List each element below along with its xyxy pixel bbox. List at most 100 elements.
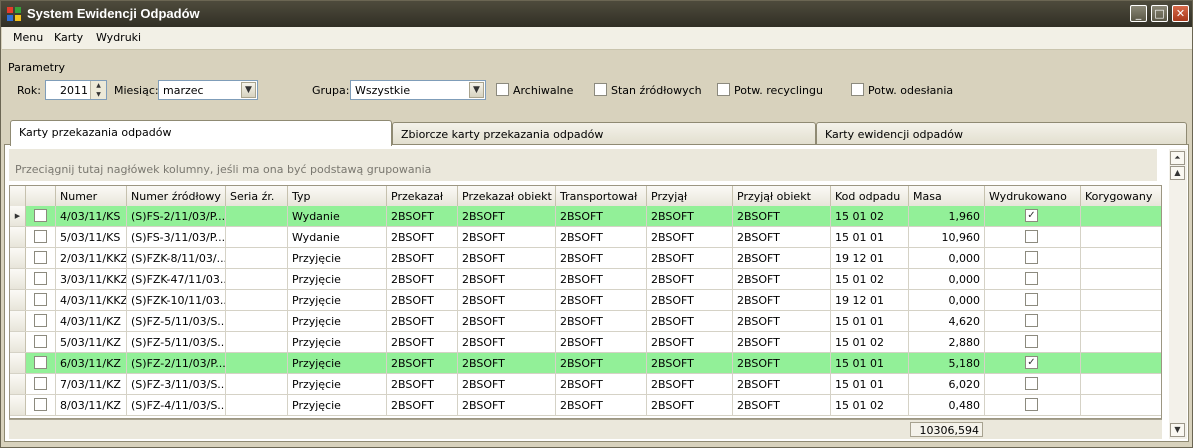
cell-numer: 2/03/11/KKZ <box>56 248 127 268</box>
cell-typ: Przyjęcie <box>288 332 387 352</box>
table-row[interactable]: 4/03/11/KZ (S)FZ-5/11/03/S... Przyjęcie 2BS… <box>10 311 1161 332</box>
cell-seria <box>226 332 288 352</box>
row-indicator[interactable] <box>10 227 26 247</box>
cell-seria <box>226 269 288 289</box>
scroll-top-icon[interactable]: ⏶ <box>1170 151 1185 165</box>
table-row[interactable]: 2/03/11/KKZ (S)FZK-8/11/03/... Przyjęcie 2B… <box>10 248 1161 269</box>
column-header-typ[interactable]: Typ <box>288 186 387 206</box>
column-header-seria[interactable]: Seria źr. <box>226 186 288 206</box>
row-indicator[interactable] <box>10 353 26 373</box>
table-row[interactable]: ▶ 4/03/11/KS (S)FS-2/11/03/P... Wydanie 2BSO… <box>10 206 1161 227</box>
wydrukowano-checkbox[interactable] <box>1025 398 1038 411</box>
wydrukowano-checkbox[interactable] <box>1025 272 1038 285</box>
grupa-value: Wszystkie <box>355 84 411 97</box>
tab-zbiorcze-karty[interactable]: Zbiorcze karty przekazania odpadów <box>392 122 816 144</box>
row-indicator[interactable] <box>10 374 26 394</box>
row-indicator[interactable] <box>10 269 26 289</box>
row-indicator[interactable] <box>10 248 26 268</box>
cell-korygowany <box>1081 206 1161 226</box>
column-header-numer[interactable]: Numer <box>56 186 127 206</box>
column-header-transportowal[interactable]: Transportował <box>556 186 647 206</box>
menu-item-karty[interactable]: Karty <box>54 31 83 44</box>
cell-typ: Wydanie <box>288 227 387 247</box>
cell-seria <box>226 248 288 268</box>
close-button[interactable]: ✕ <box>1172 5 1189 22</box>
cell-przyjal-obiekt: 2BSOFT <box>733 269 831 289</box>
table-row[interactable]: 6/03/11/KZ (S)FZ-2/11/03/P... Przyjęcie 2BS… <box>10 353 1161 374</box>
wydrukowano-checked-icon[interactable]: ✓ <box>1025 209 1038 222</box>
cell-przekazal: 2BSOFT <box>387 395 458 415</box>
row-indicator[interactable] <box>10 332 26 352</box>
spin-down-icon[interactable]: ▼ <box>90 90 106 99</box>
chevron-down-icon[interactable]: ▼ <box>469 82 484 98</box>
cell-numer-zrodlowy: (S)FS-2/11/03/P... <box>127 206 226 226</box>
select-column-header[interactable] <box>26 186 56 206</box>
column-header-przyjal[interactable]: Przyjął <box>647 186 733 206</box>
current-row-icon[interactable]: ▶ <box>10 206 26 226</box>
chevron-down-icon[interactable]: ▼ <box>241 82 256 98</box>
column-header-korygowany[interactable]: Korygowany <box>1081 186 1161 206</box>
table-row[interactable]: 5/03/11/KS (S)FS-3/11/03/P... Wydanie 2BSOF… <box>10 227 1161 248</box>
tab-karty-przekazania[interactable]: Karty przekazania odpadów <box>10 120 392 146</box>
title-bar[interactable]: System Ewidencji Odpadów _ □ ✕ <box>1 1 1192 27</box>
column-header-numer-zrodlowy[interactable]: Numer źródłowy <box>127 186 226 206</box>
wydrukowano-checkbox[interactable] <box>1025 335 1038 348</box>
cell-przekazal: 2BSOFT <box>387 311 458 331</box>
table-row[interactable]: 5/03/11/KZ (S)FZ-5/11/03/S... Przyjęcie 2BS… <box>10 332 1161 353</box>
cell-typ: Przyjęcie <box>288 374 387 394</box>
cell-przekazal: 2BSOFT <box>387 374 458 394</box>
cell-przekazal-obiekt: 2BSOFT <box>458 290 556 310</box>
scroll-down-icon[interactable]: ▼ <box>1170 423 1185 437</box>
cell-numer-zrodlowy: (S)FZ-5/11/03/S... <box>127 311 226 331</box>
stan-zrodlowych-checkbox[interactable] <box>594 83 607 96</box>
spin-up-icon[interactable]: ▲ <box>90 81 106 90</box>
column-header-kod-odpadu[interactable]: Kod odpadu <box>831 186 909 206</box>
scroll-up-icon[interactable]: ▲ <box>1170 166 1185 180</box>
wydrukowano-checkbox[interactable] <box>1025 314 1038 327</box>
vertical-scrollbar[interactable]: ⏶ ▲ ▼ <box>1169 149 1187 439</box>
menu-item-menu[interactable]: Menu <box>13 31 43 44</box>
cell-przekazal: 2BSOFT <box>387 290 458 310</box>
cell-korygowany <box>1081 248 1161 268</box>
table-row[interactable]: 4/03/11/KKZ (S)FZK-10/11/03... Przyjęcie 2B… <box>10 290 1161 311</box>
rok-spinner[interactable]: 2011 ▲ ▼ <box>45 80 107 100</box>
grupa-select[interactable]: Wszystkie ▼ <box>350 80 486 100</box>
potw-recyclingu-checkbox[interactable] <box>717 83 730 96</box>
tab-panel: Przeciągnij tutaj nagłówek kolumny, jeśl… <box>4 144 1189 442</box>
cell-typ: Przyjęcie <box>288 395 387 415</box>
column-header-przyjal-obiekt[interactable]: Przyjął obiekt <box>733 186 831 206</box>
cell-korygowany <box>1081 395 1161 415</box>
cell-numer: 7/03/11/KZ <box>56 374 127 394</box>
archiwalne-checkbox[interactable] <box>496 83 509 96</box>
table-row[interactable]: 7/03/11/KZ (S)FZ-3/11/03/S... Przyjęcie 2BS… <box>10 374 1161 395</box>
potw-odeslania-checkbox[interactable] <box>851 83 864 96</box>
tab-karty-ewidencji[interactable]: Karty ewidencji odpadów <box>816 122 1187 144</box>
column-header-przekazal-obiekt[interactable]: Przekazał obiekt <box>458 186 556 206</box>
row-indicator[interactable] <box>10 311 26 331</box>
row-indicator[interactable] <box>10 290 26 310</box>
rok-label: Rok: <box>17 84 41 97</box>
group-by-area[interactable]: Przeciągnij tutaj nagłówek kolumny, jeśl… <box>9 149 1157 181</box>
column-header-przekazal[interactable]: Przekazał <box>387 186 458 206</box>
wydrukowano-checkbox[interactable] <box>1025 251 1038 264</box>
cell-masa: 4,620 <box>909 311 985 331</box>
cell-transportowal: 2BSOFT <box>556 227 647 247</box>
minimize-button[interactable]: _ <box>1130 5 1147 22</box>
cell-masa: 0,480 <box>909 395 985 415</box>
wydrukowano-checkbox[interactable] <box>1025 230 1038 243</box>
column-header-masa[interactable]: Masa <box>909 186 985 206</box>
cell-wydrukowano <box>985 227 1081 247</box>
cell-masa: 5,180 <box>909 353 985 373</box>
table-row[interactable]: 3/03/11/KKZ (S)FZK-47/11/03... Przyjęcie 2B… <box>10 269 1161 290</box>
row-indicator[interactable] <box>10 395 26 415</box>
wydrukowano-checkbox[interactable] <box>1025 293 1038 306</box>
miesiac-select[interactable]: marzec ▼ <box>158 80 258 100</box>
table-row[interactable]: 8/03/11/KZ (S)FZ-4/11/03/S... Przyjęcie 2BS… <box>10 395 1161 416</box>
cell-przekazal: 2BSOFT <box>387 353 458 373</box>
menu-item-wydruki[interactable]: Wydruki <box>96 31 141 44</box>
wydrukowano-checked-icon[interactable]: ✓ <box>1025 356 1038 369</box>
wydrukowano-checkbox[interactable] <box>1025 377 1038 390</box>
cell-transportowal: 2BSOFT <box>556 395 647 415</box>
maximize-button[interactable]: □ <box>1151 5 1168 22</box>
column-header-wydrukowano[interactable]: Wydrukowano <box>985 186 1081 206</box>
